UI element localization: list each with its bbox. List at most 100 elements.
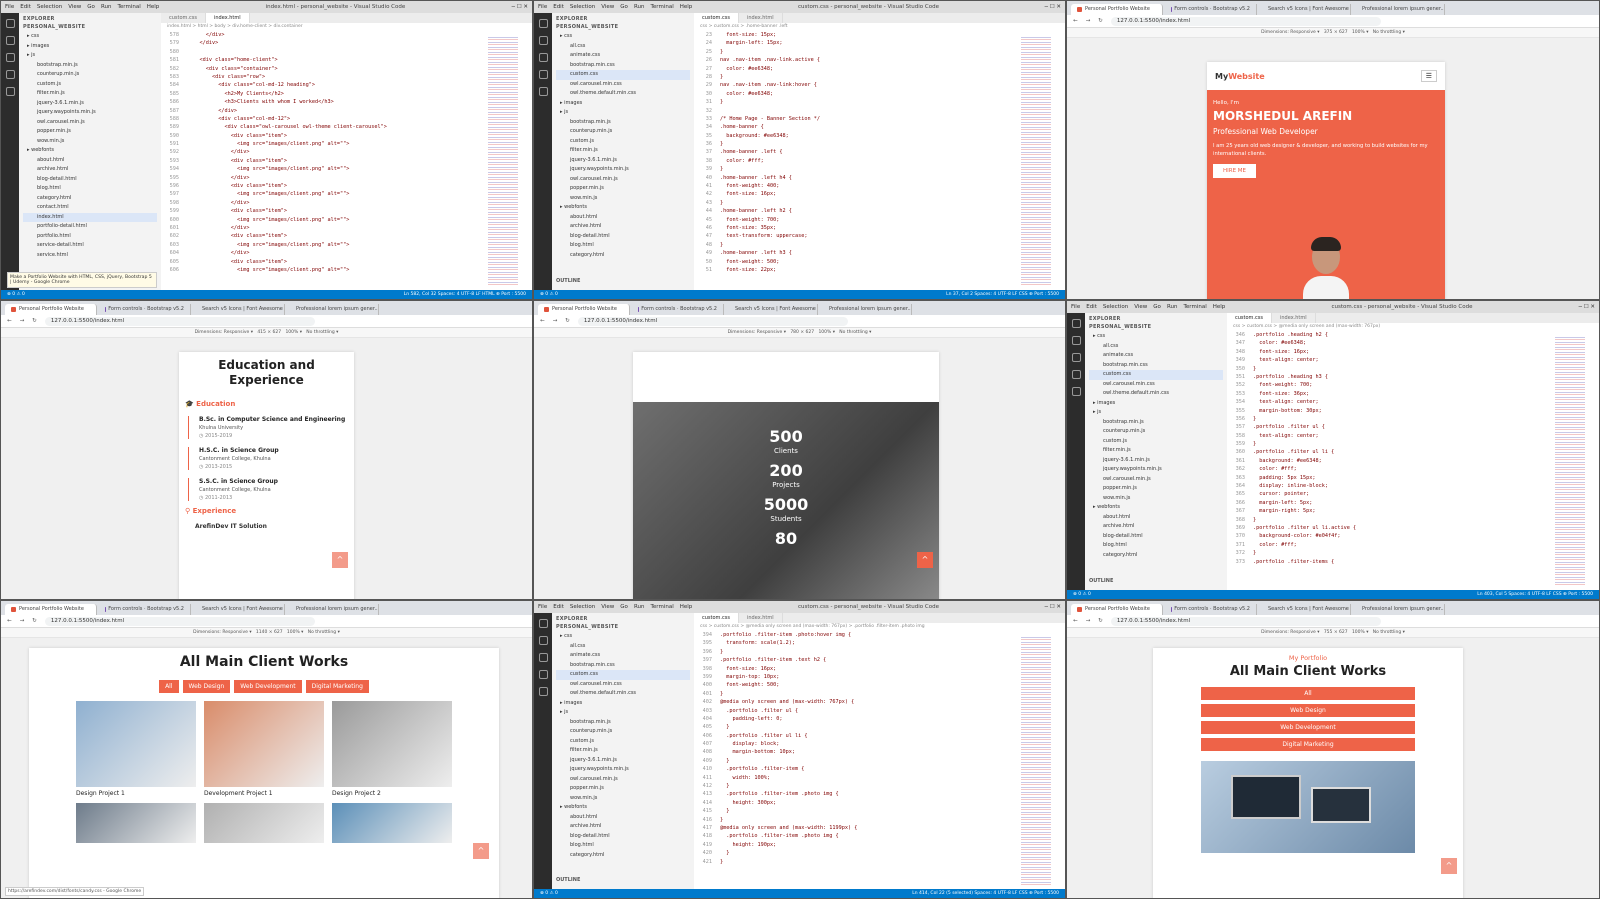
file-item[interactable]: custom.js [556,737,690,747]
tab-custom-css[interactable]: custom.css [694,13,739,23]
code-line[interactable]: 604 </div> [165,249,532,257]
code-line[interactable]: 355 margin-bottom: 30px; [1231,407,1599,415]
file-item[interactable]: jquery-3.6.1.min.js [556,756,690,766]
menu-help[interactable]: Help [680,604,693,610]
file-item[interactable]: about.html [556,213,690,223]
project-photo[interactable] [332,701,452,787]
forward-icon[interactable]: → [20,618,25,624]
tab-custom-css[interactable]: custom.css [1227,313,1272,323]
browser-tab-fontawesome[interactable]: Search v5 Icons | Font Awesome [193,304,285,315]
file-item[interactable]: owl.carousel.min.js [23,118,157,128]
code-line[interactable]: 582 <div class="container"> [165,65,532,73]
code-line[interactable]: 354 text-align: center; [1231,398,1599,406]
width-input[interactable]: 780 [790,330,799,335]
menu-go[interactable]: Go [87,4,95,10]
file-item[interactable]: popper.min.js [556,784,690,794]
file-item[interactable]: contact.html [23,203,157,213]
back-icon[interactable]: ← [1073,618,1078,624]
file-item[interactable]: archive.html [556,222,690,232]
file-item[interactable]: bootstrap.min.js [23,61,157,71]
code-line[interactable]: 38 color: #fff; [698,157,1065,165]
file-item[interactable]: owl.carousel.min.css [556,80,690,90]
menu-go[interactable]: Go [620,604,628,610]
filter-button[interactable]: Web Development [1201,721,1415,734]
url-input[interactable]: 127.0.0.1:5500/index.html [1110,16,1381,26]
code-line[interactable]: 410 .portfolio .filter-item { [698,765,1065,773]
code-line[interactable]: 369 .portfolio .filter ul li.active { [1231,524,1599,532]
code-line[interactable]: 41 font-weight: 400; [698,182,1065,190]
menu-edit[interactable]: Edit [553,4,564,10]
outline-section[interactable]: OUTLINE [1089,578,1113,584]
code-line[interactable]: 413 .portfolio .filter-item .photo img { [698,790,1065,798]
menu-run[interactable]: Run [634,4,645,10]
file-item[interactable]: animate.css [1089,351,1223,361]
code-line[interactable]: 420 } [698,849,1065,857]
code-line[interactable]: 30 color: #ee6348; [698,90,1065,98]
throttle-select[interactable]: No throttling ▾ [839,330,871,335]
file-item[interactable]: custom.js [23,80,157,90]
project-card[interactable] [76,803,196,843]
code-editor[interactable]: 346 .portfolio .heading h2 {347 color: #e… [1227,331,1599,566]
code-line[interactable]: 606 <img src="images/client.png" alt=""> [165,266,532,274]
code-line[interactable]: 358 text-align: center; [1231,432,1599,440]
file-item[interactable]: bootstrap.min.js [556,118,690,128]
menu-run[interactable]: Run [101,4,112,10]
scroll-top-button[interactable]: ^ [332,552,348,568]
code-line[interactable]: 370 background-color: #e04f4f; [1231,532,1599,540]
code-line[interactable]: 418 .portfolio .filter-item .photo img { [698,832,1065,840]
tab-index-html[interactable]: index.html [205,13,250,23]
code-line[interactable]: 414 height: 300px; [698,799,1065,807]
code-line[interactable]: 28} [698,73,1065,81]
browser-tab-lorem[interactable]: Professional lorem ipsum gener... [287,304,379,315]
file-item[interactable]: custom.css [556,70,690,80]
browser-tab-lorem[interactable]: Professional lorem ipsum gener... [820,304,912,315]
file-item[interactable]: bootstrap.min.js [556,718,690,728]
minimap[interactable] [1021,35,1051,286]
site-logo[interactable]: MyWebsite [1215,72,1265,81]
outline-section[interactable]: OUTLINE [556,278,580,284]
project-photo[interactable] [1201,761,1415,853]
zoom-select[interactable]: 100% ▾ [287,630,304,635]
code-line[interactable]: 351 .portfolio .heading h3 { [1231,373,1599,381]
code-line[interactable]: 366 margin-left: 5px; [1231,499,1599,507]
filter-button[interactable]: Web Design [1201,704,1415,717]
back-icon[interactable]: ← [540,318,545,324]
code-line[interactable]: 24 margin-left: 15px; [698,39,1065,47]
folder-item[interactable]: ▸ images [556,699,690,709]
file-item[interactable]: service.html [23,251,157,261]
file-item[interactable]: owl.carousel.min.js [1089,475,1223,485]
menu-selection[interactable]: Selection [570,4,595,10]
project-card[interactable]: Design Project 2 [332,701,452,797]
code-line[interactable]: 45 font-weight: 700; [698,216,1065,224]
file-item[interactable]: blog-detail.html [1089,532,1223,542]
tab-custom-css[interactable]: custom.css [161,13,206,23]
file-item[interactable]: owl.carousel.min.js [556,175,690,185]
run-debug-icon[interactable] [538,70,548,79]
tab-index-html[interactable]: index.html [1272,313,1316,323]
code-line[interactable]: 34 .home-banner { [698,123,1065,131]
code-line[interactable]: 36} [698,140,1065,148]
code-line[interactable]: 412 } [698,782,1065,790]
menu-view[interactable]: View [68,4,81,10]
browser-tab-portfolio[interactable]: Personal Portfolio Website [1071,4,1163,15]
source-control-icon[interactable] [1071,353,1081,362]
browser-tab-portfolio[interactable]: Personal Portfolio Website [5,604,97,615]
code-line[interactable]: 359} [1231,440,1599,448]
file-item[interactable]: category.html [23,194,157,204]
source-control-icon[interactable] [538,53,548,62]
problems-indicator[interactable]: ⊗ 0 ⚠ 0 [540,889,558,898]
code-line[interactable]: 394 .portfolio .filter-item .photo:hover … [698,631,1065,639]
code-line[interactable]: 415 } [698,807,1065,815]
code-line[interactable]: 603 <img src="images/client.png" alt=""> [165,241,532,249]
code-line[interactable]: 373 .portfolio .filter-items { [1231,558,1599,566]
status-info[interactable]: Ln 403, Col 5 Spaces: 4 UTF-8 LF CSS ⊕ P… [1477,590,1593,599]
file-item[interactable]: filter.min.js [556,746,690,756]
breadcrumb[interactable]: css > custom.css > @media only screen an… [694,623,1065,631]
menu-file[interactable]: File [1071,304,1080,310]
file-item[interactable]: popper.min.js [23,127,157,137]
folder-item[interactable]: ▸ webfonts [556,203,690,213]
file-item[interactable]: counterup.min.js [556,727,690,737]
browser-tab-bootstrap[interactable]: Form controls · Bootstrap v5.2 [99,304,191,315]
run-debug-icon[interactable] [5,70,15,79]
browser-tab-bootstrap[interactable]: Form controls · Bootstrap v5.2 [632,304,724,315]
